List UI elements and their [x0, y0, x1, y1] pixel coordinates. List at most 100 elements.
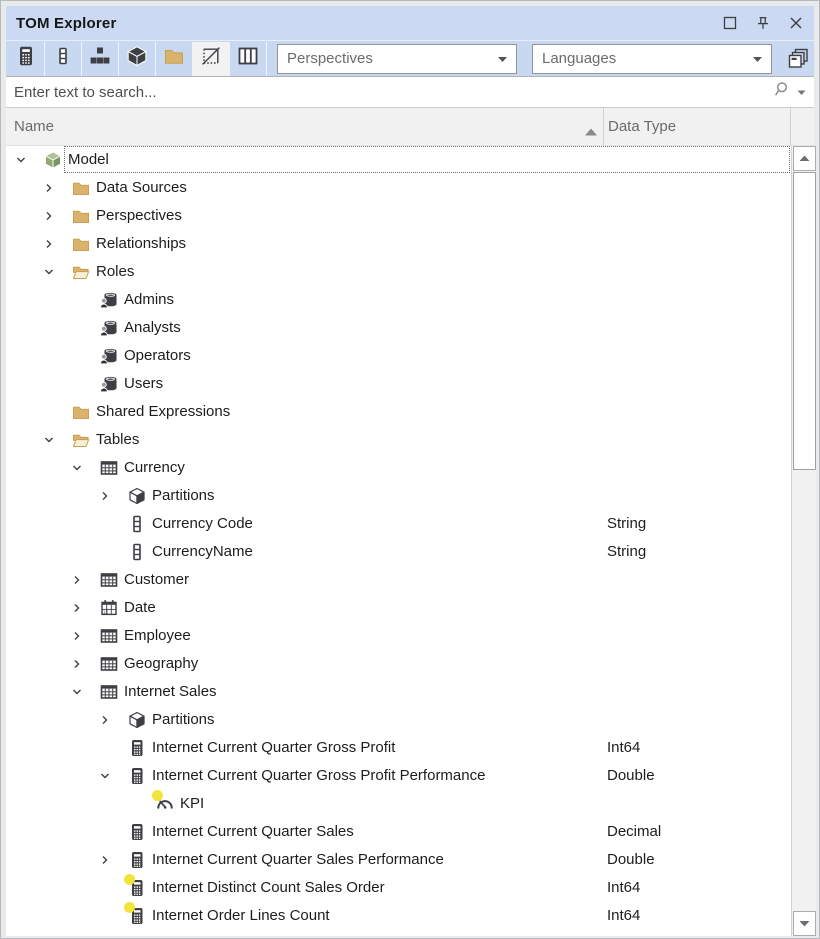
tree-row-label: Operators	[124, 342, 191, 370]
role-icon	[100, 319, 118, 337]
tree-row-label: KPI	[180, 790, 204, 818]
chevron-right-icon[interactable]	[70, 657, 84, 671]
tree-row[interactable]: Shared Expressions	[6, 398, 791, 426]
chevron-down-icon[interactable]	[98, 769, 112, 783]
crossed-square-icon	[201, 46, 221, 71]
chevron-right-icon[interactable]	[42, 209, 56, 223]
column-header-name[interactable]: Name	[14, 108, 54, 145]
tree-row[interactable]: Model	[6, 146, 791, 174]
chevron-down-icon[interactable]	[42, 265, 56, 279]
tree-row-label: Geography	[124, 650, 198, 678]
tree-row[interactable]: Partitions	[6, 706, 791, 734]
pin-icon[interactable]	[754, 14, 772, 32]
measure-icon	[128, 739, 146, 757]
tree-row[interactable]: Internet Current Quarter Sales Performan…	[6, 846, 791, 874]
show-table-columns-button[interactable]	[230, 42, 267, 76]
tree-row[interactable]: Tables	[6, 426, 791, 454]
tree-row-label: Admins	[124, 286, 174, 314]
tree-row[interactable]: Currency CodeString	[6, 510, 791, 538]
tree-row[interactable]: Users	[6, 370, 791, 398]
tree-row-label: Internet Current Quarter Sales Performan…	[152, 846, 444, 874]
chevron-right-icon[interactable]	[98, 713, 112, 727]
svg-text:12: 12	[103, 610, 109, 615]
tree-row[interactable]: Internet Sales	[6, 678, 791, 706]
model-tree: ModelData SourcesPerspectivesRelationshi…	[6, 146, 791, 936]
scroll-down-button[interactable]	[793, 911, 816, 936]
tree-row[interactable]: Partitions	[6, 482, 791, 510]
show-hierarchies-button[interactable]	[82, 42, 119, 76]
chevron-down-icon[interactable]	[70, 461, 84, 475]
tree-row[interactable]: Internet Distinct Count Sales OrderInt64	[6, 874, 791, 902]
role-icon	[100, 347, 118, 365]
show-partitions-button[interactable]	[119, 42, 156, 76]
scroll-up-button[interactable]	[793, 146, 816, 171]
tree-row[interactable]: CurrencyNameString	[6, 538, 791, 566]
show-measures-button[interactable]	[8, 42, 45, 76]
tree-row[interactable]: Analysts	[6, 314, 791, 342]
tree-row-label: Partitions	[152, 706, 215, 734]
show-columns-button[interactable]	[45, 42, 82, 76]
column-header-data-type[interactable]: Data Type	[608, 108, 676, 145]
tree-row-label: Customer	[124, 566, 189, 594]
tree-row[interactable]: Roles	[6, 258, 791, 286]
tree-row[interactable]: Geography	[6, 650, 791, 678]
column-divider[interactable]	[790, 108, 791, 145]
search-icon[interactable]	[773, 81, 790, 103]
tree-row[interactable]	[6, 930, 791, 936]
chevron-right-icon[interactable]	[42, 237, 56, 251]
chevron-right-icon[interactable]	[98, 489, 112, 503]
tree-row[interactable]: Internet Order Lines CountInt64	[6, 902, 791, 930]
tree-row-label: CurrencyName	[152, 538, 253, 566]
chevron-right-icon[interactable]	[42, 181, 56, 195]
column-divider[interactable]	[603, 108, 604, 145]
close-icon[interactable]	[787, 14, 805, 32]
data-type-value: Int64	[607, 734, 640, 762]
chevron-down-icon[interactable]	[42, 433, 56, 447]
chevron-right-icon[interactable]	[70, 573, 84, 587]
tree-row[interactable]: Customer	[6, 566, 791, 594]
tree-row[interactable]: Admins	[6, 286, 791, 314]
tree-row[interactable]: KPI	[6, 790, 791, 818]
chevron-down-icon	[497, 50, 508, 68]
tree-row[interactable]: Internet Current Quarter SalesDecimal	[6, 818, 791, 846]
modified-indicator-dot	[124, 874, 135, 885]
folder-closed-icon	[72, 179, 90, 197]
toggle-display-folders-button[interactable]	[193, 42, 230, 76]
measure-icon	[128, 935, 146, 936]
table-icon	[100, 459, 118, 477]
chevron-right-icon[interactable]	[70, 601, 84, 615]
tree-row[interactable]: Data Sources	[6, 174, 791, 202]
tree-row-label: Internet Sales	[124, 678, 217, 706]
data-type-value: Int64	[607, 902, 640, 930]
tree-row[interactable]: Internet Current Quarter Gross ProfitInt…	[6, 734, 791, 762]
tree-row[interactable]: Perspectives	[6, 202, 791, 230]
tree-row[interactable]: 12 Date	[6, 594, 791, 622]
tree-row-label: Partitions	[152, 482, 215, 510]
vertical-scrollbar[interactable]	[791, 146, 816, 936]
tree-row[interactable]: Employee	[6, 622, 791, 650]
tree-row[interactable]: Relationships	[6, 230, 791, 258]
search-options-caret-icon[interactable]	[797, 83, 806, 101]
toolbar-button-group	[8, 42, 267, 76]
languages-dropdown[interactable]: Languages	[532, 44, 772, 74]
tree-row-label: Perspectives	[96, 202, 182, 230]
tree-row-label: Date	[124, 594, 156, 622]
chevron-down-icon[interactable]	[70, 685, 84, 699]
tree-row[interactable]: Internet Current Quarter Gross Profit Pe…	[6, 762, 791, 790]
chevron-down-icon[interactable]	[14, 153, 28, 167]
scrollbar-thumb[interactable]	[793, 172, 816, 470]
data-type-value: Double	[607, 762, 655, 790]
perspectives-dropdown[interactable]: Perspectives	[277, 44, 517, 74]
chevron-right-icon[interactable]	[70, 629, 84, 643]
float-window-icon[interactable]	[721, 14, 739, 32]
tree-row[interactable]: Currency	[6, 454, 791, 482]
tree-row[interactable]: Operators	[6, 342, 791, 370]
search-input[interactable]	[6, 84, 773, 101]
show-folders-button[interactable]	[156, 42, 193, 76]
cascade-windows-icon[interactable]	[783, 44, 813, 74]
chevron-right-icon[interactable]	[98, 853, 112, 867]
sort-ascending-icon	[584, 123, 598, 141]
folder-closed-icon	[72, 403, 90, 421]
measure-icon	[128, 823, 146, 841]
panel-title: TOM Explorer	[6, 15, 116, 32]
